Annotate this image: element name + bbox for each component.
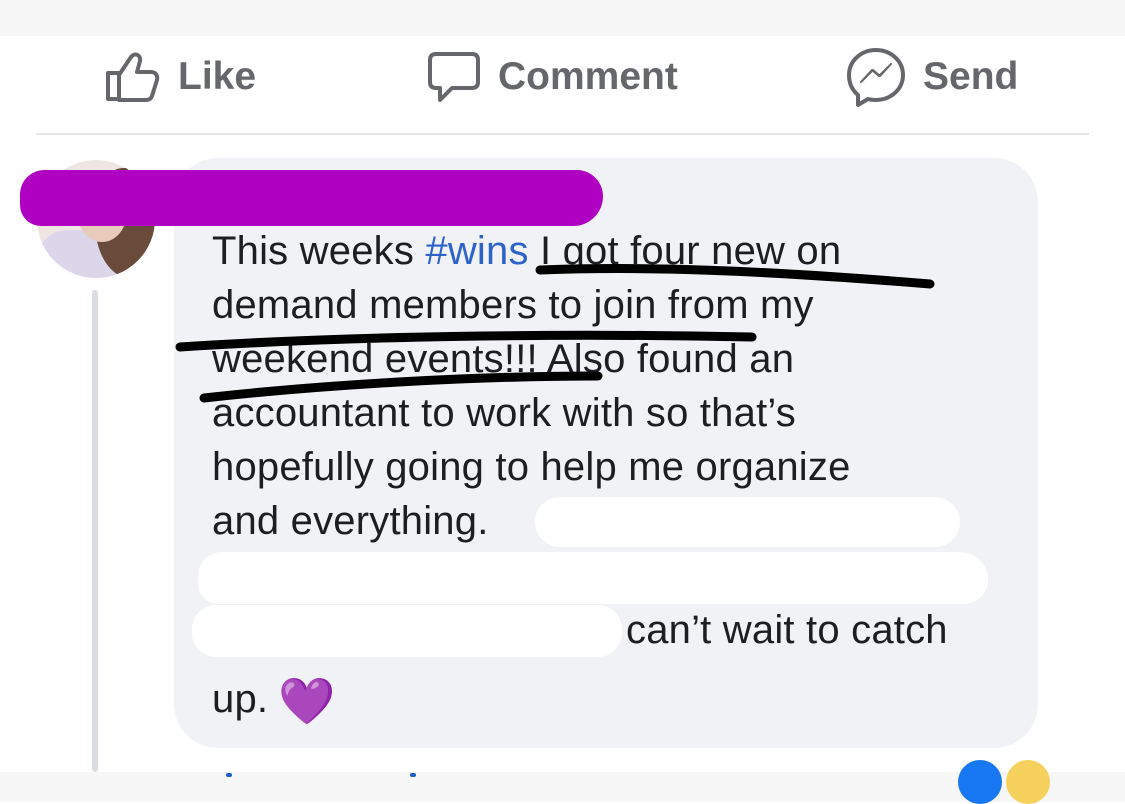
comment-line-1-start: This weeks: [212, 229, 426, 273]
text-redaction-1: [535, 497, 960, 547]
comment-label: Comment: [498, 55, 678, 98]
comment-line-7: can’t wait to catch: [626, 608, 948, 652]
purple-heart-emoji: 💜: [278, 675, 336, 728]
comment-line-4: accountant to work with so that’s: [212, 391, 796, 435]
send-label: Send: [923, 55, 1019, 98]
comment-line-5: hopefully going to help me organize: [212, 445, 851, 489]
send-button[interactable]: Send: [845, 36, 1018, 118]
bottom-strip: [0, 772, 1125, 802]
comment-button[interactable]: Comment: [426, 36, 678, 118]
comment-line-3: weekend events!!! Also found an: [212, 337, 795, 381]
cropped-link-fragment: [226, 773, 232, 777]
like-thumb-icon: [106, 52, 160, 102]
comment-line-1-end: I got four new on: [528, 229, 842, 273]
like-reaction-icon[interactable]: [958, 760, 1002, 804]
hashtag-link[interactable]: #wins: [425, 229, 528, 273]
messenger-send-icon: [847, 48, 905, 107]
comment-line-8: up. 💜: [212, 675, 336, 725]
comment-line-6: and everything.: [212, 499, 489, 543]
text-redaction-3: [192, 605, 622, 657]
comment-line-8-text: up.: [212, 677, 269, 721]
comment-bubble-icon: [428, 52, 480, 102]
haha-reaction-icon[interactable]: [1006, 760, 1050, 804]
like-button[interactable]: Like: [104, 36, 256, 118]
comment-line-1: This weeks #wins I got four new on: [212, 227, 841, 275]
comment-line-2: demand members to join from my: [212, 283, 814, 327]
like-label: Like: [178, 55, 257, 98]
action-divider: [36, 133, 1089, 135]
top-strip: [0, 0, 1125, 36]
author-redaction: [20, 170, 603, 226]
cropped-link-fragment-2: [410, 773, 416, 777]
post-action-bar: Like Comment Send: [0, 36, 1125, 134]
reply-thread-line: [92, 290, 98, 772]
text-redaction-2: [198, 552, 988, 604]
